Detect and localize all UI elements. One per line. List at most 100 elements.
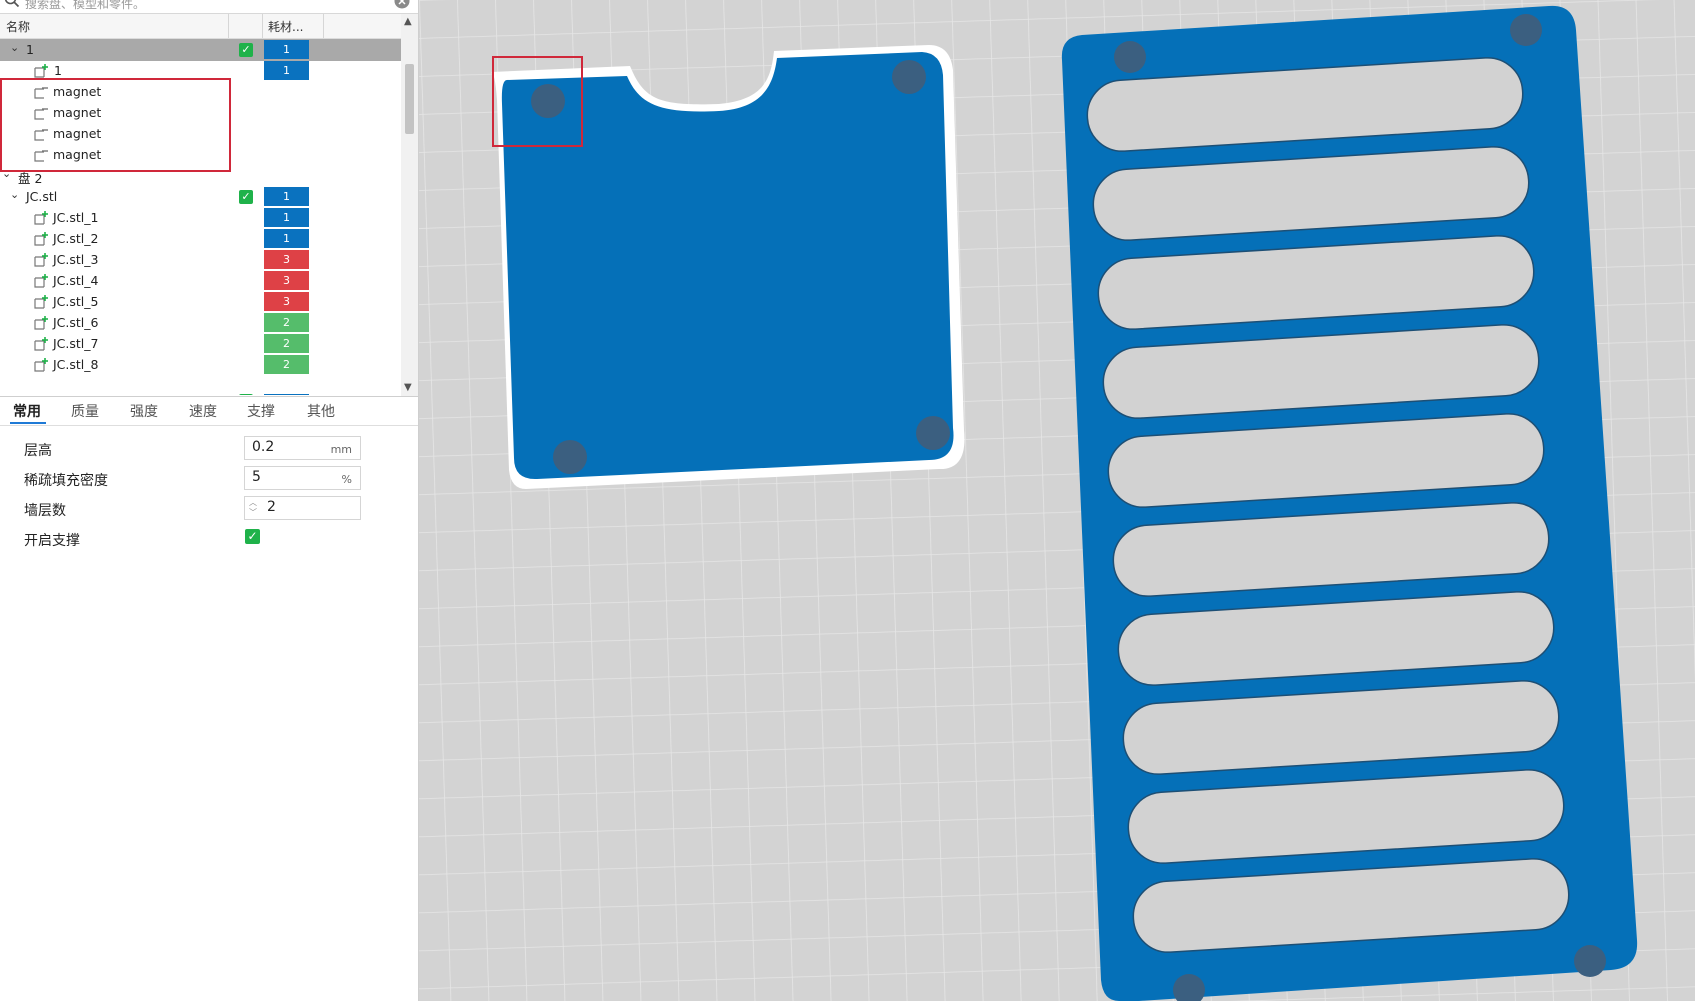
- enable-support-checkbox[interactable]: ✓: [245, 529, 260, 544]
- visible-checkbox[interactable]: ✓: [239, 43, 253, 57]
- part-add-icon: [34, 211, 48, 225]
- scroll-up-icon[interactable]: ▲: [404, 16, 412, 27]
- scroll-thumb[interactable]: [405, 64, 414, 134]
- magnet-hole[interactable]: [916, 416, 950, 450]
- search-input[interactable]: 搜索盘、模型和零件。: [25, 0, 145, 12]
- tree-row-part[interactable]: JC.stl_7 2: [0, 333, 401, 355]
- tab-quality[interactable]: 质量: [71, 401, 99, 421]
- search-icon: [4, 0, 20, 8]
- model-body: [501, 52, 954, 480]
- magnet-hole[interactable]: [1114, 41, 1146, 73]
- tree-row-part[interactable]: JC.stl_2 1: [0, 228, 401, 250]
- field-unit: %: [341, 473, 352, 486]
- setting-enable-support: 开启支撑 ✓: [0, 526, 418, 554]
- tree-row-label: JC.stl_6: [53, 315, 99, 330]
- search-bar[interactable]: 搜索盘、模型和零件。: [0, 0, 418, 14]
- model-lid[interactable]: [491, 45, 965, 489]
- filament-badge[interactable]: 2: [264, 355, 309, 374]
- tab-speed[interactable]: 速度: [189, 401, 217, 421]
- active-tab-indicator: [10, 422, 46, 424]
- clear-search-icon[interactable]: [394, 0, 410, 9]
- magnet-hole[interactable]: [1510, 14, 1542, 46]
- tree-row-label: JC.stl_5: [53, 294, 99, 309]
- tree-row-part[interactable]: JC.stl_6 2: [0, 312, 401, 334]
- tree-header: 名称 耗材...: [0, 14, 401, 39]
- infill-density-input[interactable]: 5 %: [244, 466, 361, 490]
- column-divider: [262, 14, 263, 38]
- setting-infill-density: 稀疏填充密度 5 %: [0, 466, 418, 494]
- tab-others[interactable]: 其他: [307, 401, 335, 421]
- tree-row-label: JC.stl: [26, 189, 58, 204]
- visible-checkbox[interactable]: [239, 394, 253, 395]
- tree-row-part[interactable]: JC.stl_1 1: [0, 207, 401, 229]
- column-divider: [323, 14, 324, 38]
- wall-loops-stepper[interactable]: ︿ ﹀ 2: [244, 496, 361, 520]
- tree-row-part[interactable]: JC.stl_5 3: [0, 291, 401, 313]
- filament-badge[interactable]: 2: [264, 313, 309, 332]
- 3d-viewport[interactable]: [419, 0, 1695, 1001]
- tree-row-part[interactable]: JC.stl_3 3: [0, 249, 401, 271]
- setting-label: 层高: [24, 443, 52, 459]
- tree-scrollbar[interactable]: ▲ ▼: [401, 14, 418, 396]
- tree-row-label: JC.stl_1: [53, 210, 99, 225]
- tree-row-partial: [0, 375, 401, 395]
- spin-arrows-icon[interactable]: ︿ ﹀: [249, 498, 257, 518]
- filament-badge[interactable]: 2: [264, 334, 309, 353]
- tree-row-label: JC.stl_7: [53, 336, 99, 351]
- chevron-down-icon[interactable]: ⌄: [10, 188, 19, 201]
- setting-layer-height: 层高 0.2 mm: [0, 436, 418, 464]
- model-frame[interactable]: [1061, 5, 1638, 1001]
- magnet-hole[interactable]: [892, 60, 926, 94]
- magnet-hole[interactable]: [531, 84, 565, 118]
- filament-badge[interactable]: 1: [264, 187, 309, 206]
- tree-row-label: JC.stl_3: [53, 252, 99, 267]
- column-filament[interactable]: 耗材...: [268, 18, 303, 35]
- filament-badge[interactable]: 3: [264, 250, 309, 269]
- setting-label: 墙层数: [24, 503, 66, 519]
- object-panel: 搜索盘、模型和零件。 名称 耗材... ⌄ 1 ✓ 1 1 1 magnet m…: [0, 0, 419, 1001]
- filament-badge[interactable]: 3: [264, 271, 309, 290]
- part-add-icon: [34, 274, 48, 288]
- annotation-highlight-box: [0, 78, 231, 172]
- build-plate-canvas[interactable]: [419, 0, 1695, 1001]
- filament-badge[interactable]: 1: [264, 229, 309, 248]
- part-add-icon: [34, 64, 48, 78]
- filament-badge[interactable]: 1: [264, 40, 309, 59]
- column-name[interactable]: 名称: [6, 18, 30, 35]
- part-add-icon: [34, 337, 48, 351]
- part-add-icon: [34, 253, 48, 267]
- filament-badge[interactable]: 1: [264, 208, 309, 227]
- tree-row-label: JC.stl_8: [53, 357, 99, 372]
- field-value: 2: [267, 499, 276, 515]
- chevron-down-icon[interactable]: ⌄: [10, 41, 19, 54]
- tree-row-label: JC.stl_4: [53, 273, 99, 288]
- field-value: 0.2: [252, 439, 275, 455]
- settings-tabs: 常用 质量 强度 速度 支撑 其他: [0, 396, 418, 426]
- layer-height-input[interactable]: 0.2 mm: [244, 436, 361, 460]
- part-add-icon: [34, 295, 48, 309]
- setting-label: 开启支撑: [24, 533, 80, 549]
- setting-wall-loops: 墙层数 ︿ ﹀ 2: [0, 496, 418, 524]
- tree-row-label: JC.stl_2: [53, 231, 99, 246]
- filament-badge[interactable]: 1: [264, 61, 309, 80]
- tree-row-label: 1: [54, 63, 62, 78]
- magnet-hole[interactable]: [1574, 945, 1606, 977]
- setting-label: 稀疏填充密度: [24, 473, 108, 489]
- tree-row-part[interactable]: JC.stl_8 2: [0, 354, 401, 376]
- column-divider: [228, 14, 229, 38]
- filament-badge[interactable]: 3: [264, 292, 309, 311]
- tree-row-label: 1: [26, 42, 34, 57]
- part-add-icon: [34, 232, 48, 246]
- tab-strength[interactable]: 强度: [130, 401, 158, 421]
- part-add-icon: [34, 316, 48, 330]
- scroll-down-icon[interactable]: ▼: [404, 382, 412, 393]
- filament-badge[interactable]: [264, 394, 309, 395]
- field-value: 5: [252, 469, 261, 485]
- visible-checkbox[interactable]: ✓: [239, 190, 253, 204]
- tree-row-object-jc[interactable]: ⌄ JC.stl ✓ 1: [0, 186, 401, 208]
- tab-common[interactable]: 常用: [13, 401, 41, 421]
- tree-row-part[interactable]: JC.stl_4 3: [0, 270, 401, 292]
- tree-row-object-1[interactable]: ⌄ 1 ✓ 1: [0, 39, 401, 61]
- magnet-hole[interactable]: [553, 440, 587, 474]
- tab-support[interactable]: 支撑: [247, 401, 275, 421]
